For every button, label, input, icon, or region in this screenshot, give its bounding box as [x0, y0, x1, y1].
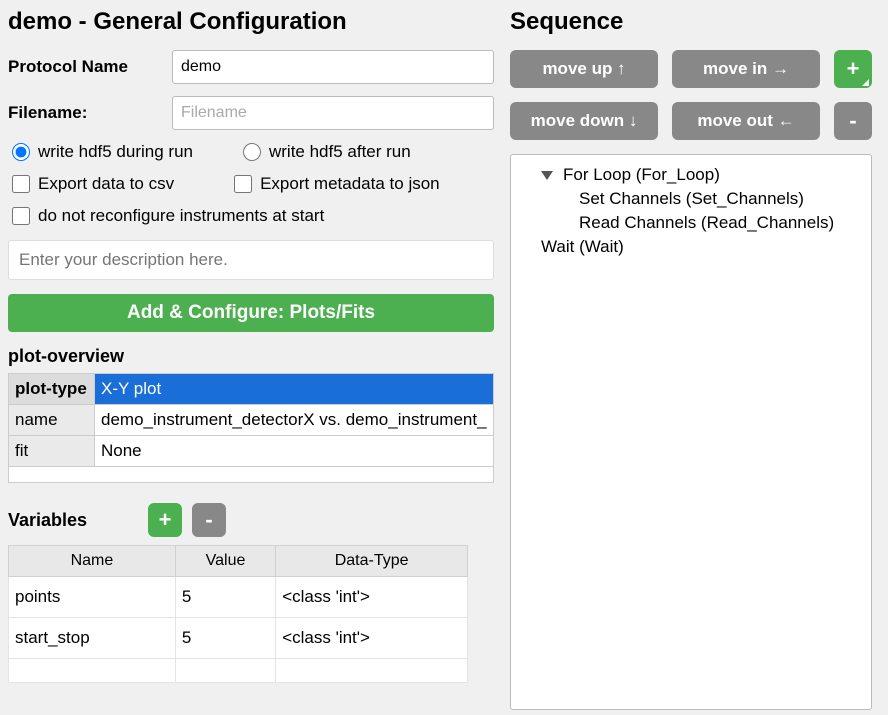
radio-hdf5-after-input[interactable]	[243, 143, 261, 161]
remove-variable-button[interactable]: -	[192, 503, 226, 537]
check-export-json-input[interactable]	[234, 175, 252, 193]
check-export-json-label: Export metadata to json	[260, 174, 440, 194]
radio-hdf5-during[interactable]: write hdf5 during run	[12, 142, 193, 162]
dropdown-indicator-icon	[862, 79, 869, 86]
plot-overview-row[interactable]: plot-typeX-Y plot	[9, 374, 494, 405]
check-no-reconfig-input[interactable]	[12, 207, 30, 225]
general-config-panel: demo - General Configuration Protocol Na…	[0, 0, 502, 715]
radio-hdf5-after[interactable]: write hdf5 after run	[243, 142, 411, 162]
variables-row[interactable]: points5<class 'int'>	[9, 577, 468, 618]
variables-column-header: Value	[175, 546, 275, 577]
radio-hdf5-after-label: write hdf5 after run	[269, 142, 411, 162]
variable-name-cell[interactable]: points	[9, 577, 176, 618]
protocol-name-input[interactable]	[172, 50, 494, 84]
add-variable-button[interactable]: +	[148, 503, 182, 537]
plot-overview-value[interactable]: X-Y plot	[95, 374, 494, 405]
remove-step-button[interactable]: -	[834, 102, 872, 140]
sequence-panel: Sequence move up ↑ move in → + move down…	[502, 0, 888, 715]
move-down-button[interactable]: move down ↓	[510, 102, 658, 140]
protocol-name-label: Protocol Name	[8, 57, 162, 77]
check-export-csv-label: Export data to csv	[38, 174, 174, 194]
variable-value-cell[interactable]: 5	[175, 577, 275, 618]
no-reconfig-row: do not reconfigure instruments at start	[8, 206, 494, 226]
description-input[interactable]	[8, 240, 494, 280]
variable-type-cell[interactable]: <class 'int'>	[276, 577, 468, 618]
plot-overview-key: fit	[9, 436, 95, 467]
tree-item[interactable]: Read Channels (Read_Channels)	[521, 211, 861, 235]
plot-overview-heading: plot-overview	[8, 346, 494, 367]
variable-name-cell[interactable]: start_stop	[9, 618, 176, 659]
tree-item-label: For Loop (For_Loop)	[563, 165, 720, 185]
export-check-row: Export data to csv Export metadata to js…	[8, 174, 494, 194]
check-no-reconfig[interactable]: do not reconfigure instruments at start	[12, 206, 494, 226]
filename-label: Filename:	[8, 103, 162, 123]
check-export-json[interactable]: Export metadata to json	[234, 174, 440, 194]
add-configure-plots-button[interactable]: Add & Configure: Plots/Fits	[8, 294, 494, 332]
move-up-button[interactable]: move up ↑	[510, 50, 658, 88]
plot-overview-key: name	[9, 405, 95, 436]
filename-row: Filename:	[8, 96, 494, 130]
filename-input[interactable]	[172, 96, 494, 130]
expand-collapse-icon[interactable]	[541, 171, 553, 180]
sequence-tree[interactable]: For Loop (For_Loop) Set Channels (Set_Cha…	[510, 154, 872, 710]
radio-hdf5-during-input[interactable]	[12, 143, 30, 161]
radio-hdf5-during-label: write hdf5 during run	[38, 142, 193, 162]
plot-overview-key: plot-type	[9, 374, 95, 405]
tree-item[interactable]: For Loop (For_Loop)	[521, 163, 861, 187]
sequence-buttons-row1: move up ↑ move in → +	[510, 50, 872, 88]
plot-overview-table: plot-typeX-Y plotnamedemo_instrument_det…	[8, 373, 494, 483]
plot-overview-value[interactable]: demo_instrument_detectorX vs. demo_instr…	[95, 405, 494, 436]
check-no-reconfig-label: do not reconfigure instruments at start	[38, 206, 324, 226]
variables-header: Variables + -	[8, 503, 494, 537]
variable-type-cell[interactable]: <class 'int'>	[276, 618, 468, 659]
tree-item[interactable]: Set Channels (Set_Channels)	[521, 187, 861, 211]
page-title: demo - General Configuration	[8, 8, 494, 36]
plus-icon: +	[847, 56, 860, 82]
plot-overview-row[interactable]: fitNone	[9, 436, 494, 467]
move-out-button[interactable]: move out ←	[672, 102, 820, 140]
variables-table: NameValueData-Type points5<class 'int'>s…	[8, 545, 468, 683]
tree-item-label: Wait (Wait)	[541, 237, 624, 257]
sequence-heading: Sequence	[510, 8, 872, 36]
tree-item[interactable]: Wait (Wait)	[521, 235, 861, 259]
check-export-csv[interactable]: Export data to csv	[12, 174, 174, 194]
plot-overview-value[interactable]: None	[95, 436, 494, 467]
add-step-button[interactable]: +	[834, 50, 872, 88]
hdf5-radio-group: write hdf5 during run write hdf5 after r…	[8, 142, 494, 162]
move-in-button[interactable]: move in →	[672, 50, 820, 88]
variables-heading: Variables	[8, 510, 138, 531]
tree-item-label: Set Channels (Set_Channels)	[579, 189, 804, 209]
protocol-name-row: Protocol Name	[8, 50, 494, 84]
variables-column-header: Data-Type	[276, 546, 468, 577]
variables-column-header: Name	[9, 546, 176, 577]
variable-value-cell[interactable]: 5	[175, 618, 275, 659]
plot-overview-row[interactable]: namedemo_instrument_detectorX vs. demo_i…	[9, 405, 494, 436]
sequence-buttons-row2: move down ↓ move out ← -	[510, 102, 872, 140]
tree-item-label: Read Channels (Read_Channels)	[579, 213, 834, 233]
variables-row[interactable]: start_stop5<class 'int'>	[9, 618, 468, 659]
check-export-csv-input[interactable]	[12, 175, 30, 193]
